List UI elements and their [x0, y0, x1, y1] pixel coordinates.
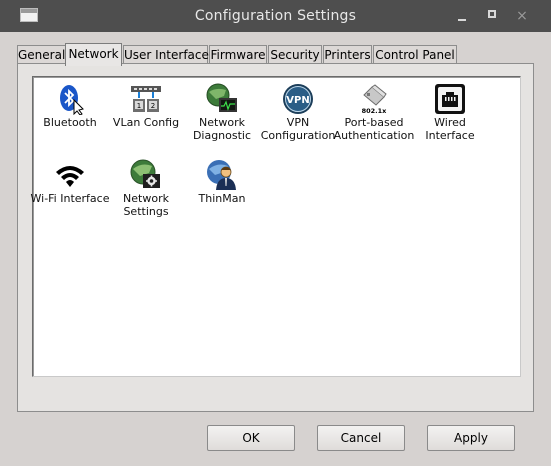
network-item-network-diagnostic[interactable]: Network Diagnostic: [181, 83, 263, 142]
network-item-thinman[interactable]: ThinMan: [181, 159, 263, 205]
item-label: Network Diagnostic: [192, 116, 252, 142]
apply-button[interactable]: Apply: [427, 425, 515, 451]
port-auth-icon: 802.1x: [358, 83, 390, 115]
network-tab-panel: Bluetooth 1 2 VLan Config Network Diagno…: [17, 63, 534, 412]
tab-control-panel[interactable]: Control Panel: [373, 45, 457, 64]
network-item-port-based-authentication[interactable]: 802.1x Port-based Authentication: [333, 83, 415, 142]
vpn-icon: VPN: [282, 83, 314, 115]
maximize-icon: [488, 10, 496, 18]
minimize-button[interactable]: [452, 6, 472, 26]
title-bar: Configuration Settings ×: [0, 0, 551, 32]
wifi-icon: [54, 159, 86, 191]
network-settings-icon: [130, 159, 162, 191]
maximize-button[interactable]: [482, 6, 502, 26]
wired-interface-icon: [434, 83, 466, 115]
item-label: Port-based Authentication: [333, 116, 415, 142]
svg-text:1: 1: [137, 102, 141, 110]
network-item-wi-fi-interface[interactable]: Wi-Fi Interface: [29, 159, 111, 205]
network-item-vlan-config[interactable]: 1 2 VLan Config: [105, 83, 187, 129]
close-button[interactable]: ×: [512, 6, 532, 26]
svg-text:VPN: VPN: [286, 95, 309, 106]
item-label: VLan Config: [112, 116, 180, 129]
port-auth-icon-text: 802.1x: [362, 107, 388, 115]
network-item-bluetooth[interactable]: Bluetooth: [29, 83, 111, 129]
vlan-icon: 1 2: [130, 83, 162, 115]
network-diagnostic-icon: [206, 83, 238, 115]
cancel-button[interactable]: Cancel: [317, 425, 405, 451]
item-label: Wired Interface: [425, 116, 475, 142]
item-label: Wi-Fi Interface: [30, 192, 110, 205]
close-icon: ×: [516, 8, 528, 24]
tab-user-interface[interactable]: User Interface: [123, 45, 209, 64]
tab-general[interactable]: General: [17, 45, 66, 64]
minimize-icon: [458, 19, 466, 21]
ok-button[interactable]: OK: [207, 425, 295, 451]
bluetooth-icon: [54, 83, 86, 116]
item-label: Bluetooth: [43, 116, 97, 129]
svg-text:2: 2: [151, 102, 155, 110]
network-item-vpn-configuration[interactable]: VPN VPN Configuration: [257, 83, 339, 142]
tab-network[interactable]: Network: [65, 43, 122, 66]
item-label: ThinMan: [198, 192, 246, 205]
item-label: Network Settings: [123, 192, 169, 218]
network-item-network-settings[interactable]: Network Settings: [105, 159, 187, 218]
thinman-icon: [206, 159, 238, 191]
network-items-view: Bluetooth 1 2 VLan Config Network Diagno…: [29, 76, 521, 377]
tab-printers[interactable]: Printers: [323, 45, 372, 64]
tab-firmware[interactable]: Firmware: [209, 45, 267, 64]
item-label: VPN Configuration: [260, 116, 336, 142]
network-item-wired-interface[interactable]: Wired Interface: [409, 83, 491, 142]
tab-security[interactable]: Security: [268, 45, 322, 64]
